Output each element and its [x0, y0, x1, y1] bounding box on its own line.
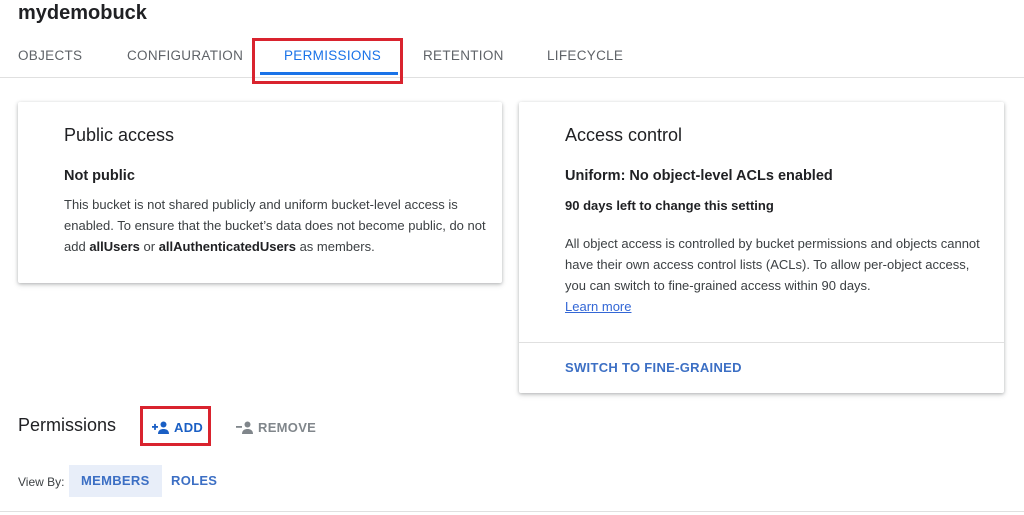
remove-person-icon: [236, 421, 253, 434]
public-access-text-end: as members.: [295, 239, 375, 254]
card-divider: [519, 342, 1004, 343]
view-by-label: View By:: [18, 475, 65, 489]
or-text: or: [139, 239, 159, 254]
view-by-roles-button[interactable]: ROLES: [159, 465, 229, 497]
add-button-label: ADD: [174, 419, 204, 435]
access-control-card: Access control Uniform: No object-level …: [519, 102, 1004, 393]
public-access-description: This bucket is not shared publicly and u…: [64, 194, 492, 257]
all-users-term: allUsers: [89, 239, 140, 254]
all-authenticated-users-term: allAuthenticatedUsers: [158, 239, 296, 254]
access-control-title: Access control: [565, 125, 683, 145]
tab-objects[interactable]: OBJECTS: [18, 38, 82, 76]
section-divider: [0, 511, 1024, 512]
view-by-members-button[interactable]: MEMBERS: [69, 465, 162, 497]
switch-to-fine-grained-button[interactable]: SWITCH TO FINE-GRAINED: [565, 360, 742, 375]
learn-more-link[interactable]: Learn more: [565, 299, 631, 314]
active-tab-indicator: [260, 72, 398, 75]
access-control-mode: Uniform: No object-level ACLs enabled: [565, 168, 833, 184]
tab-permissions[interactable]: PERMISSIONS: [284, 38, 381, 76]
tab-lifecycle[interactable]: LIFECYCLE: [547, 38, 623, 76]
tab-configuration[interactable]: CONFIGURATION: [127, 38, 243, 76]
days-left-notice: 90 days left to change this setting: [565, 198, 774, 213]
add-member-button[interactable]: ADD: [152, 415, 203, 439]
public-access-title: Public access: [64, 125, 175, 145]
access-control-description: All object access is controlled by bucke…: [565, 233, 989, 317]
access-control-text: All object access is controlled by bucke…: [565, 236, 980, 293]
public-access-status: Not public: [64, 168, 135, 184]
remove-member-button[interactable]: REMOVE: [236, 415, 316, 439]
permissions-section-title: Permissions: [18, 415, 117, 435]
bucket-name-title: mydemobuck: [18, 2, 147, 24]
add-person-icon: [152, 421, 169, 434]
bucket-details-page: mydemobuck OBJECTS CONFIGURATION PERMISS…: [0, 0, 1024, 515]
public-access-card: Public access Not public This bucket is …: [18, 102, 502, 283]
tab-retention[interactable]: RETENTION: [423, 38, 504, 76]
remove-button-label: REMOVE: [258, 419, 317, 435]
tab-bar: OBJECTS CONFIGURATION PERMISSIONS RETENT…: [0, 38, 1024, 78]
